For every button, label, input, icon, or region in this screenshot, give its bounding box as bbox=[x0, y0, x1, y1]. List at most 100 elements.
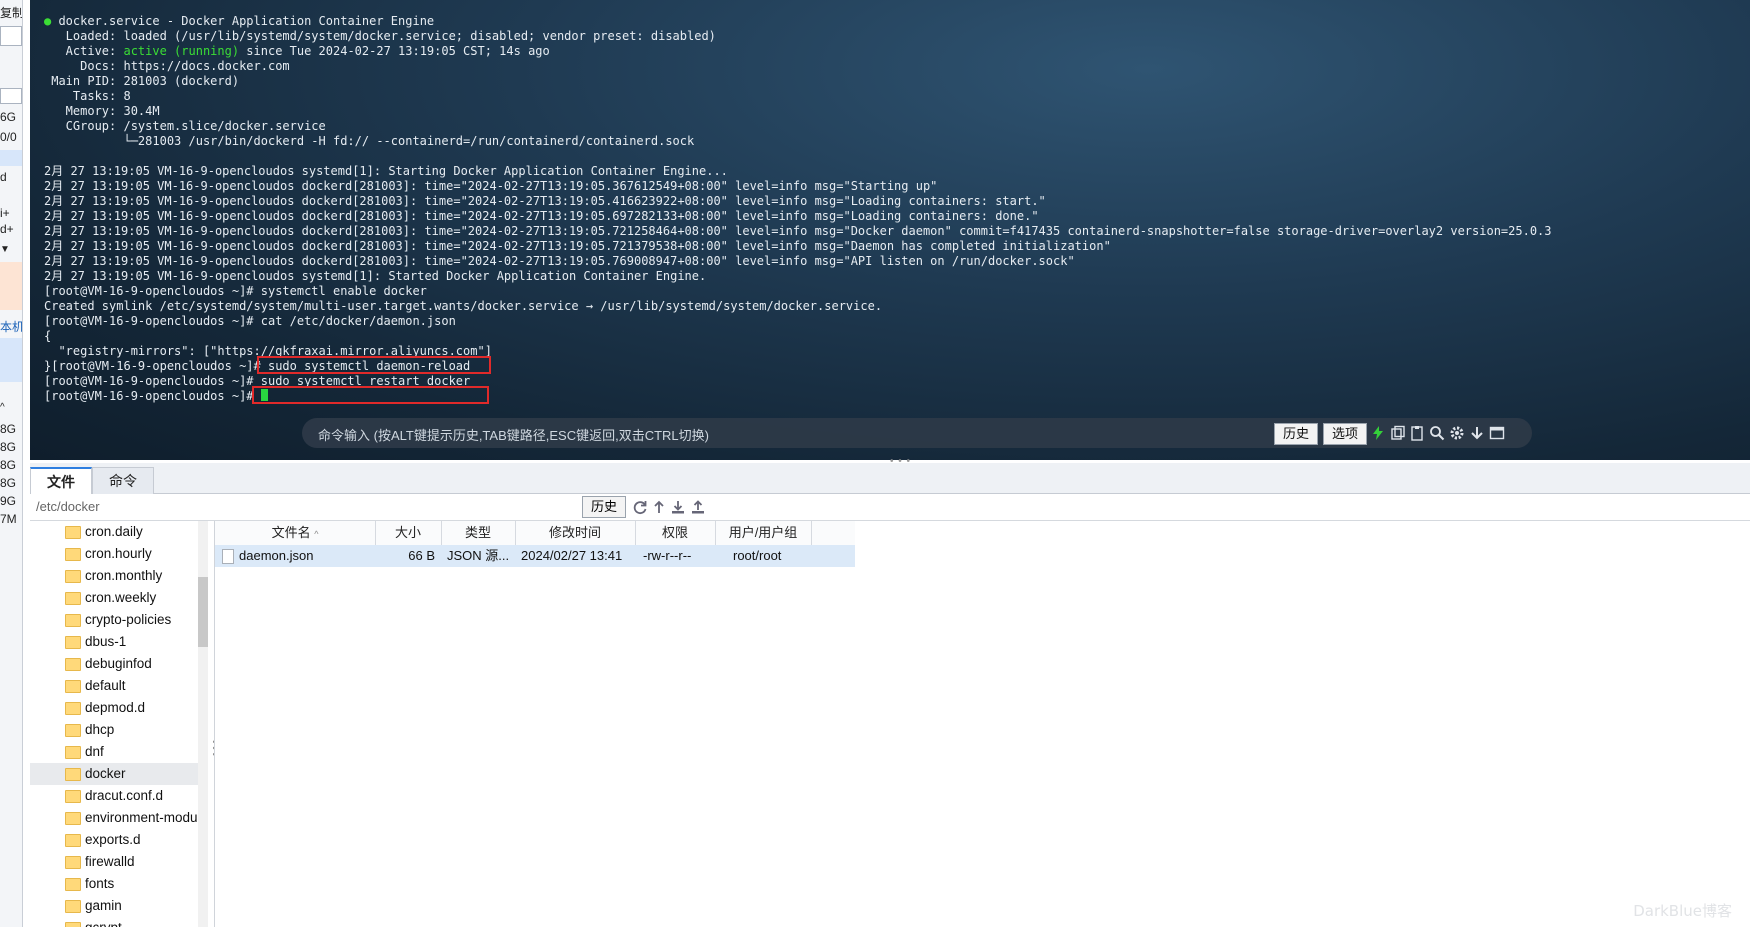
tree-item[interactable]: firewalld bbox=[30, 851, 198, 873]
paste-icon[interactable] bbox=[1409, 425, 1425, 441]
command-history-button[interactable]: 历史 bbox=[1274, 423, 1319, 445]
folder-icon bbox=[65, 526, 81, 539]
command-input-hint: 命令输入 (按ALT键提示历史,TAB键路径,ESC键返回,双击CTRL切换) bbox=[318, 428, 709, 443]
tree-item[interactable]: cron.daily bbox=[30, 521, 198, 543]
folder-icon bbox=[65, 614, 81, 627]
tree-item[interactable]: cron.weekly bbox=[30, 587, 198, 609]
left-strip-highlight bbox=[0, 338, 22, 382]
terminal-line: CGroup: /system.slice/docker.service bbox=[44, 119, 326, 133]
path-history-button[interactable]: 历史 bbox=[582, 496, 627, 518]
file-name: daemon.json bbox=[239, 548, 314, 563]
column-header-size[interactable]: 大小 bbox=[375, 521, 442, 545]
column-header-name[interactable]: 文件名 ^ bbox=[215, 521, 376, 545]
folder-icon bbox=[65, 790, 81, 803]
search-icon[interactable] bbox=[1429, 425, 1445, 441]
folder-icon bbox=[65, 922, 81, 927]
chevron-down-icon[interactable]: ▼ bbox=[0, 244, 22, 255]
terminal-line: [root@VM-16-9-opencloudos ~]# cat /etc/d… bbox=[44, 314, 456, 328]
tab-commands[interactable]: 命令 bbox=[92, 467, 154, 494]
left-strip-label: 8G bbox=[0, 422, 17, 436]
copy-icon[interactable] bbox=[1390, 425, 1406, 441]
tree-item[interactable]: dbus-1 bbox=[30, 631, 198, 653]
file-list[interactable]: 文件名 ^ 大小 类型 修改时间 权限 用户/用户组 daemon.json 6… bbox=[214, 521, 1750, 927]
left-strip-label: i+ bbox=[0, 206, 10, 220]
command-input-bar[interactable]: 命令输入 (按ALT键提示历史,TAB键路径,ESC键返回,双击CTRL切换) … bbox=[302, 418, 1532, 448]
left-strip-label: 0/0 bbox=[0, 130, 17, 144]
column-header-owner[interactable]: 用户/用户组 bbox=[715, 521, 812, 545]
folder-icon bbox=[65, 702, 81, 715]
tree-item-selected[interactable]: docker bbox=[30, 763, 198, 785]
folder-icon bbox=[65, 570, 81, 583]
upload-icon[interactable] bbox=[690, 499, 706, 515]
tree-item[interactable]: dnf bbox=[30, 741, 198, 763]
table-row[interactable]: daemon.json 66 B JSON 源... 2024/02/27 13… bbox=[215, 545, 855, 567]
file-icon bbox=[222, 549, 234, 564]
folder-icon bbox=[65, 658, 81, 671]
parent-folder-icon[interactable] bbox=[651, 499, 667, 515]
tree-item[interactable]: fonts bbox=[30, 873, 198, 895]
chevron-up-icon[interactable]: ^ bbox=[0, 402, 22, 413]
arrow-down-icon[interactable] bbox=[1469, 425, 1485, 441]
left-strip-label: 9G bbox=[0, 494, 17, 508]
tree-item[interactable]: dhcp bbox=[30, 719, 198, 741]
tree-item[interactable]: exports.d bbox=[30, 829, 198, 851]
file-size: 66 B bbox=[408, 548, 435, 563]
left-strip-chart bbox=[0, 262, 22, 310]
folder-icon bbox=[65, 900, 81, 913]
folder-icon bbox=[65, 878, 81, 891]
tree-item[interactable]: dracut.conf.d bbox=[30, 785, 198, 807]
left-strip-label: 复制 bbox=[0, 6, 22, 20]
tree-item[interactable]: default bbox=[30, 675, 198, 697]
file-perm: -rw-r--r-- bbox=[643, 548, 692, 563]
tree-item[interactable]: cron.hourly bbox=[30, 543, 198, 565]
tree-item[interactable]: environment-modules bbox=[30, 807, 198, 829]
directory-tree[interactable]: cron.daily cron.hourly cron.monthly cron… bbox=[30, 521, 210, 927]
left-strip-label: d bbox=[0, 170, 7, 184]
tree-item[interactable]: gcrypt bbox=[30, 917, 198, 927]
sort-arrow-icon: ^ bbox=[314, 529, 319, 539]
folder-icon bbox=[65, 746, 81, 759]
terminal-output: ● docker.service - Docker Application Co… bbox=[44, 14, 1552, 404]
lightning-icon[interactable] bbox=[1370, 425, 1386, 441]
path-input[interactable]: /etc/docker bbox=[36, 499, 100, 514]
left-strip-label: 6G bbox=[0, 110, 17, 124]
terminal-line: Created symlink /etc/systemd/system/mult… bbox=[44, 299, 883, 313]
terminal-line: ● docker.service - Docker Application Co… bbox=[44, 14, 435, 28]
terminal-line: { bbox=[44, 329, 52, 343]
folder-icon bbox=[65, 680, 81, 693]
terminal-line: 2月 27 13:19:05 VM-16-9-opencloudos syste… bbox=[44, 269, 707, 283]
terminal-line: Memory: 30.4M bbox=[44, 104, 160, 118]
tree-item[interactable]: gamin bbox=[30, 895, 198, 917]
column-header-perm[interactable]: 权限 bbox=[635, 521, 716, 545]
folder-icon bbox=[65, 724, 81, 737]
tree-item[interactable]: debuginfod bbox=[30, 653, 198, 675]
terminal-line: Active: active (running) since Tue 2024-… bbox=[44, 44, 550, 58]
terminal-panel[interactable]: ● docker.service - Docker Application Co… bbox=[30, 0, 1750, 460]
folder-icon bbox=[65, 548, 81, 561]
column-header-type[interactable]: 类型 bbox=[441, 521, 516, 545]
left-strip-label: 8G bbox=[0, 458, 17, 472]
gear-icon[interactable] bbox=[1449, 425, 1465, 441]
terminal-line: └─281003 /usr/bin/dockerd -H fd:// --con… bbox=[44, 134, 695, 148]
terminal-line: 2月 27 13:19:05 VM-16-9-opencloudos docke… bbox=[44, 254, 1075, 268]
window-icon[interactable] bbox=[1489, 425, 1505, 441]
tree-scrollbar-thumb[interactable] bbox=[198, 577, 208, 647]
tree-item[interactable]: cron.monthly bbox=[30, 565, 198, 587]
tab-files[interactable]: 文件 bbox=[30, 467, 92, 495]
left-strip-highlight bbox=[0, 150, 22, 166]
refresh-icon[interactable] bbox=[632, 499, 648, 515]
left-strip-field[interactable] bbox=[0, 88, 22, 104]
tree-item[interactable]: depmod.d bbox=[30, 697, 198, 719]
folder-icon bbox=[65, 768, 81, 781]
terminal-line: [root@VM-16-9-opencloudos ~]# systemctl … bbox=[44, 284, 427, 298]
file-owner: root/root bbox=[733, 548, 782, 563]
tree-scrollbar[interactable] bbox=[198, 521, 208, 927]
watermark: DarkBlue博客 bbox=[1633, 902, 1732, 920]
left-strip-field[interactable] bbox=[0, 26, 22, 46]
left-strip-label: 7M bbox=[0, 512, 17, 526]
command-options-button[interactable]: 选项 bbox=[1323, 423, 1368, 445]
column-header-mtime[interactable]: 修改时间 bbox=[515, 521, 636, 545]
tree-item[interactable]: crypto-policies bbox=[30, 609, 198, 631]
download-icon[interactable] bbox=[670, 499, 686, 515]
terminal-line: 2月 27 13:19:05 VM-16-9-opencloudos docke… bbox=[44, 224, 1552, 238]
